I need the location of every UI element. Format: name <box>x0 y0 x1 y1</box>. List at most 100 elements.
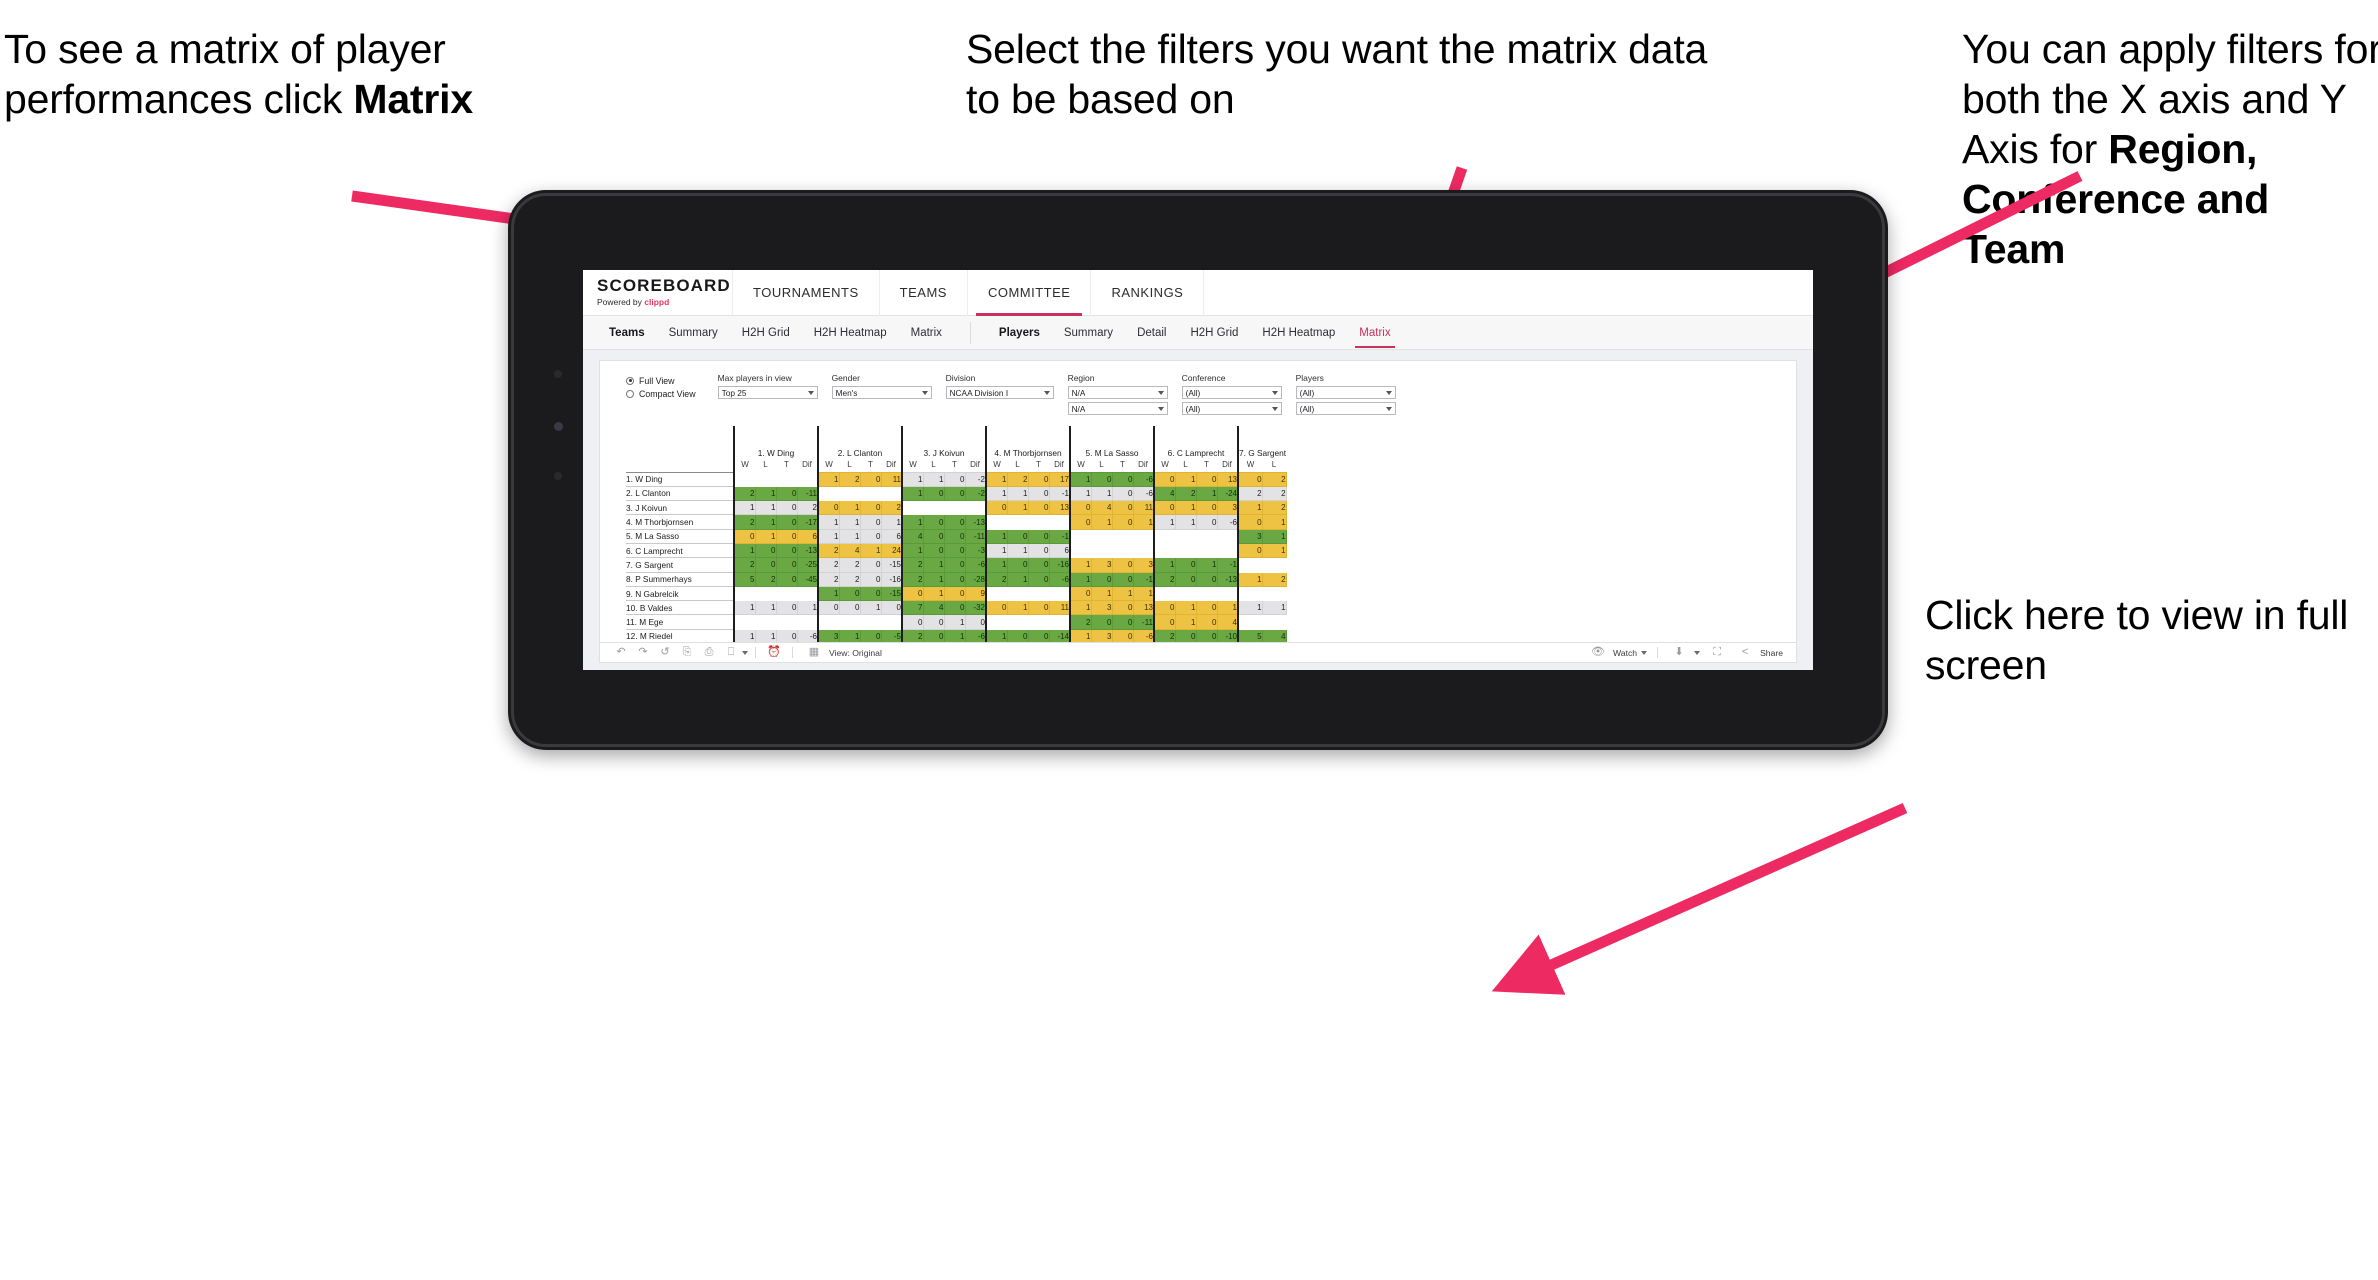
matrix-cell[interactable] <box>1006 585 1029 602</box>
matrix-cell[interactable]: -32 <box>964 600 987 616</box>
subnav-teams-h2h-grid[interactable]: H2H Grid <box>730 316 802 350</box>
matrix-cell[interactable]: 2 <box>1261 471 1287 487</box>
matrix-cell[interactable]: 1 <box>922 471 945 487</box>
matrix-cell[interactable]: 1 <box>1069 571 1092 587</box>
matrix-cell[interactable]: 0 <box>817 500 840 516</box>
matrix-cell[interactable]: -6 <box>1216 514 1239 530</box>
matrix-cell[interactable]: 2 <box>1174 485 1197 502</box>
subnav-players-summary[interactable]: Summary <box>1052 316 1125 350</box>
matrix-cell[interactable]: 0 <box>922 628 945 642</box>
matrix-cell[interactable]: 6 <box>1048 542 1071 559</box>
nav-tournaments[interactable]: TOURNAMENTS <box>733 270 880 316</box>
matrix-cell[interactable] <box>1195 542 1218 559</box>
matrix-cell[interactable]: 0 <box>1111 614 1134 630</box>
matrix-cell[interactable]: 2 <box>817 571 840 587</box>
matrix-cell[interactable]: 1 <box>1174 514 1197 530</box>
division-select[interactable]: NCAA Division I <box>945 386 1054 399</box>
subnav-players-h2h-grid[interactable]: H2H Grid <box>1178 316 1250 350</box>
matrix-cell[interactable] <box>1153 542 1176 559</box>
matrix-cell[interactable] <box>1069 528 1092 544</box>
matrix-cell[interactable]: 0 <box>1027 485 1050 502</box>
matrix-cell[interactable]: -5 <box>880 628 903 642</box>
matrix-cell[interactable]: 1 <box>985 542 1008 559</box>
refresh-data-icon[interactable]: ⎘ <box>676 647 698 658</box>
matrix-cell[interactable]: 1 <box>880 514 903 530</box>
matrix-cell[interactable]: 2 <box>733 557 756 573</box>
matrix-cell[interactable]: -2 <box>964 471 987 487</box>
matrix-cell[interactable]: 0 <box>1153 471 1176 487</box>
subnav-players-h2h-heatmap[interactable]: H2H Heatmap <box>1250 316 1347 350</box>
matrix-cell[interactable]: 1 <box>1069 628 1092 642</box>
matrix-cell[interactable]: 4 <box>1153 485 1176 502</box>
matrix-cell[interactable]: 1 <box>1090 514 1113 530</box>
matrix-cell[interactable]: 0 <box>859 514 882 530</box>
matrix-cell[interactable]: 0 <box>922 542 945 559</box>
matrix-cell[interactable]: 0 <box>1111 628 1134 642</box>
matrix-cell[interactable]: 0 <box>1027 571 1050 587</box>
matrix-cell[interactable]: 0 <box>943 600 966 616</box>
matrix-row-label[interactable]: 11. M Ege <box>626 614 735 630</box>
matrix-cell[interactable]: 1 <box>1069 485 1092 502</box>
matrix-cell[interactable]: 1 <box>1216 600 1239 616</box>
matrix-row-label[interactable]: 4. M Thorbjornsen <box>626 514 735 530</box>
matrix-cell[interactable]: 1 <box>901 514 924 530</box>
share-button[interactable]: < Share <box>1731 647 1786 658</box>
matrix-cell[interactable]: 0 <box>1174 557 1197 573</box>
matrix-cell[interactable]: 1 <box>1006 571 1029 587</box>
matrix-cell[interactable] <box>1216 542 1239 559</box>
matrix-cell[interactable]: 3 <box>1090 600 1113 616</box>
matrix-cell[interactable] <box>838 614 861 630</box>
matrix-cell[interactable] <box>985 514 1008 530</box>
matrix-column-header[interactable]: 1. W Ding <box>733 426 818 458</box>
matrix-cell[interactable] <box>775 585 798 602</box>
pause-updates-icon[interactable]: ⎙ <box>698 647 720 658</box>
matrix-cell[interactable]: 6 <box>796 528 819 544</box>
matrix-cell[interactable]: 7 <box>901 600 924 616</box>
matrix-cell[interactable]: 1 <box>1174 614 1197 630</box>
download-button[interactable]: ⬇ <box>1665 647 1703 658</box>
matrix-cell[interactable]: 1 <box>817 585 840 602</box>
matrix-cell[interactable]: -6 <box>1132 471 1155 487</box>
matrix-cell[interactable]: 0 <box>1090 614 1113 630</box>
matrix-cell[interactable]: 2 <box>1261 571 1287 587</box>
matrix-cell[interactable]: 0 <box>1069 500 1092 516</box>
matrix-cell[interactable]: 24 <box>880 542 903 559</box>
matrix-cell[interactable] <box>1006 614 1029 630</box>
matrix-cell[interactable]: 0 <box>754 542 777 559</box>
matrix-cell[interactable] <box>838 485 861 502</box>
matrix-cell[interactable]: 0 <box>1236 514 1263 530</box>
matrix-cell[interactable]: -1 <box>1048 485 1071 502</box>
matrix-cell[interactable]: 0 <box>943 557 966 573</box>
matrix-cell[interactable] <box>1111 542 1134 559</box>
matrix-cell[interactable] <box>817 614 840 630</box>
matrix-cell[interactable]: 1 <box>1090 585 1113 602</box>
matrix-cell[interactable]: 1 <box>1006 600 1029 616</box>
matrix-cell[interactable]: 0 <box>1006 528 1029 544</box>
matrix-cell[interactable]: 0 <box>985 600 1008 616</box>
matrix-cell[interactable]: 2 <box>838 571 861 587</box>
matrix-cell[interactable]: 3 <box>1216 500 1239 516</box>
matrix-cell[interactable] <box>1027 585 1050 602</box>
matrix-cell[interactable] <box>1216 528 1239 544</box>
matrix-cell[interactable]: 0 <box>1153 600 1176 616</box>
matrix-cell[interactable]: -6 <box>1048 571 1071 587</box>
matrix-cell[interactable] <box>754 471 777 487</box>
app-logo[interactable]: SCOREBOARD Powered by clippd <box>583 270 733 315</box>
matrix-cell[interactable]: 0 <box>733 528 756 544</box>
matrix-cell[interactable]: 0 <box>1006 557 1029 573</box>
matrix-cell[interactable]: 0 <box>1027 500 1050 516</box>
matrix-cell[interactable]: 1 <box>817 514 840 530</box>
chevron-down-icon[interactable] <box>1271 406 1278 411</box>
matrix-cell[interactable]: 0 <box>943 571 966 587</box>
matrix-cell[interactable] <box>733 614 756 630</box>
matrix-cell[interactable]: 1 <box>733 628 756 642</box>
matrix-cell[interactable]: -11 <box>796 485 819 502</box>
matrix-cell[interactable]: 2 <box>880 500 903 516</box>
matrix-cell[interactable]: -6 <box>796 628 819 642</box>
matrix-cell[interactable]: 0 <box>1195 571 1218 587</box>
matrix-cell[interactable]: 0 <box>1111 485 1134 502</box>
matrix-cell[interactable]: 1 <box>754 500 777 516</box>
matrix-cell[interactable]: 1 <box>838 514 861 530</box>
matrix-cell[interactable] <box>985 585 1008 602</box>
matrix-cell[interactable]: 1 <box>1153 514 1176 530</box>
